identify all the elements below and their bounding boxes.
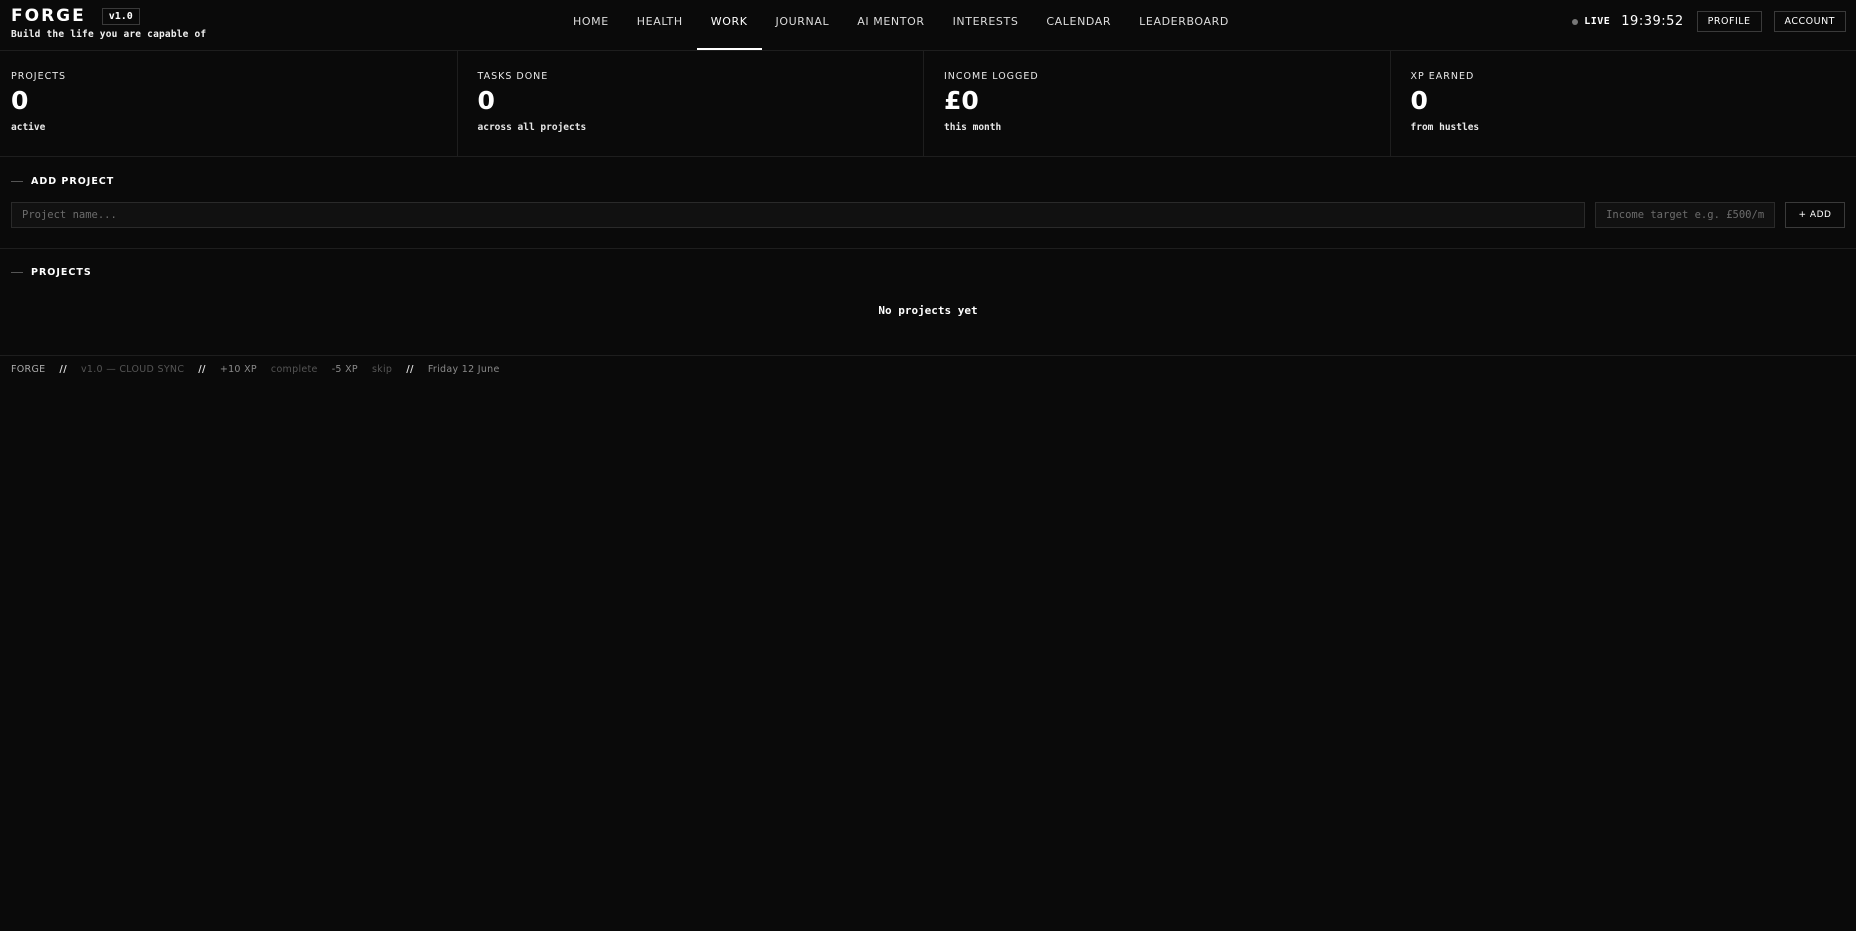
logo[interactable]: FORGE <box>11 6 86 26</box>
stat-value: 0 <box>11 86 29 115</box>
add-project-section: ADD PROJECT + ADD <box>0 157 1856 249</box>
footer-brand: FORGE <box>11 364 46 375</box>
footer-separator: // <box>406 364 414 375</box>
section-title: ADD PROJECT <box>11 176 1845 187</box>
nav-leaderboard[interactable]: LEADERBOARD <box>1125 0 1243 50</box>
header-right: LIVE 19:39:52 PROFILE ACCOUNT <box>1572 11 1846 32</box>
footer-separator: // <box>198 364 206 375</box>
add-project-title: ADD PROJECT <box>31 176 115 187</box>
stat-xp-earned: XP EARNED 0 from hustles <box>1391 51 1856 156</box>
main-nav: HOME HEALTH WORK JOURNAL AI MENTOR INTER… <box>559 0 1243 50</box>
projects-title: PROJECTS <box>31 267 92 278</box>
nav-work[interactable]: WORK <box>696 0 762 50</box>
stat-label: PROJECTS <box>11 71 67 82</box>
footer: FORGE // v1.0 — CLOUD SYNC // +10 XP com… <box>0 356 1856 383</box>
add-project-form: + ADD <box>11 202 1845 248</box>
project-name-input[interactable] <box>11 202 1586 228</box>
nav-interests[interactable]: INTERESTS <box>939 0 1033 50</box>
nav-journal[interactable]: JOURNAL <box>762 0 844 50</box>
dash-icon <box>11 272 23 273</box>
footer-version: v1.0 — CLOUD SYNC <box>80 364 185 375</box>
stat-sub: across all projects <box>477 122 587 133</box>
section-title: PROJECTS <box>11 267 1845 278</box>
stat-sub: this month <box>944 122 1002 133</box>
footer-separator: // <box>59 364 67 375</box>
tagline: Build the life you are capable of <box>11 29 207 40</box>
profile-button[interactable]: PROFILE <box>1696 11 1762 32</box>
empty-state: No projects yet <box>878 304 978 317</box>
clock: 19:39:52 <box>1621 14 1684 29</box>
stat-label: XP EARNED <box>1410 71 1475 82</box>
stat-income-logged: INCOME LOGGED £0 this month <box>924 51 1391 156</box>
version-badge: v1.0 <box>101 7 140 25</box>
account-button[interactable]: ACCOUNT <box>1773 11 1846 32</box>
nav-health[interactable]: HEALTH <box>623 0 697 50</box>
top-bar: FORGE v1.0 Build the life you are capabl… <box>0 0 1856 51</box>
stat-value: £0 <box>944 86 979 115</box>
footer-date: Friday 12 June <box>427 364 500 375</box>
nav-calendar[interactable]: CALENDAR <box>1032 0 1125 50</box>
footer-xp-plus: +10 XP <box>219 364 257 375</box>
live-dot-icon <box>1572 18 1579 25</box>
income-target-input[interactable] <box>1595 202 1776 228</box>
footer-xp-minus: -5 XP <box>331 364 358 375</box>
brand: FORGE v1.0 Build the life you are capabl… <box>11 6 206 40</box>
live-indicator: LIVE <box>1584 16 1611 27</box>
projects-section: PROJECTS No projects yet <box>0 249 1856 356</box>
dash-icon <box>11 181 23 182</box>
stat-label: TASKS DONE <box>477 71 549 82</box>
stat-value: 0 <box>1410 86 1428 115</box>
stat-sub: from hustles <box>1410 122 1480 133</box>
stat-label: INCOME LOGGED <box>944 71 1039 82</box>
stat-sub: active <box>11 122 46 133</box>
stats-bar: PROJECTS 0 active TASKS DONE 0 across al… <box>0 51 1856 157</box>
footer-skip: skip <box>371 364 393 375</box>
stat-tasks-done: TASKS DONE 0 across all projects <box>458 51 924 156</box>
add-project-button[interactable]: + ADD <box>1785 202 1845 228</box>
footer-complete: complete <box>270 364 318 375</box>
stat-projects: PROJECTS 0 active <box>0 51 458 156</box>
nav-ai-mentor[interactable]: AI MENTOR <box>843 0 938 50</box>
stat-value: 0 <box>477 86 495 115</box>
nav-home[interactable]: HOME <box>559 0 623 50</box>
